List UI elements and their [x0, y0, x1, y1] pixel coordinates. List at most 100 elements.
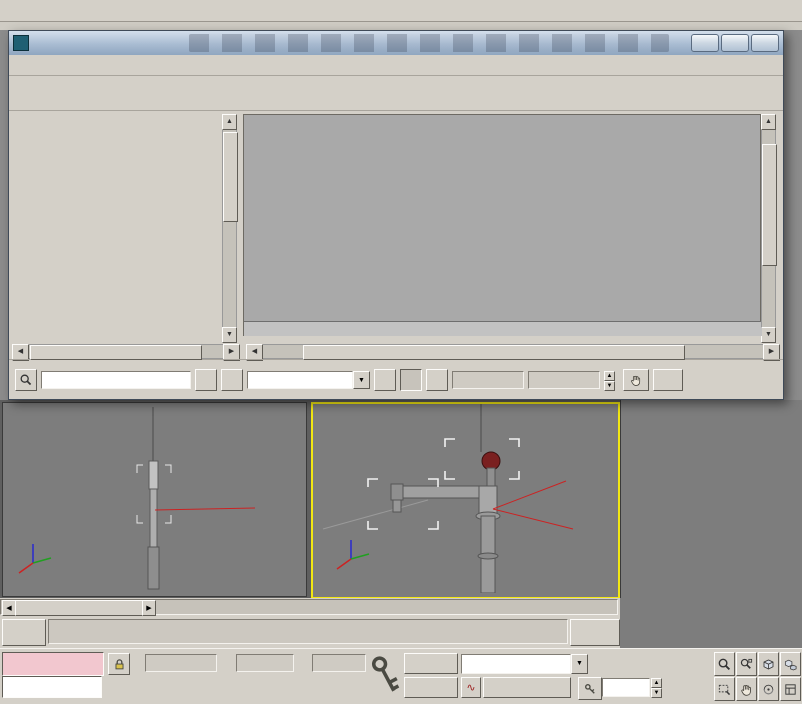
scroll-right-icon[interactable]: ▶ — [763, 344, 780, 361]
viewport-right-active[interactable] — [311, 402, 620, 599]
maximize-viewport-toggle[interactable] — [780, 677, 801, 701]
dropdown-arrow-icon[interactable]: ▼ — [353, 371, 370, 389]
track-list-button[interactable] — [374, 369, 396, 391]
selection-lock-toggle[interactable] — [108, 653, 130, 675]
status-bar: ▼ ∿ ▲▼ — [0, 648, 802, 704]
curve-graph[interactable] — [243, 114, 761, 336]
value-spinner[interactable]: ▲▼ — [604, 371, 615, 389]
curve-icon: ∿ — [466, 681, 475, 694]
frame-spinner[interactable]: ▲▼ — [651, 678, 662, 696]
track-selection-dropdown[interactable]: ▼ — [247, 371, 370, 389]
track-view-toolbar — [9, 76, 783, 111]
zoom-region-button[interactable] — [653, 369, 683, 391]
x-coord-field[interactable] — [145, 654, 217, 672]
curve-plot[interactable] — [244, 115, 760, 321]
macro-recorder-field[interactable] — [2, 652, 104, 676]
scrollbar-thumb[interactable] — [223, 132, 238, 222]
scroll-down-icon[interactable]: ▼ — [222, 327, 237, 343]
zoom-extents-button[interactable] — [758, 652, 779, 676]
track-view-titlebar[interactable] — [9, 31, 783, 55]
viewport-area — [0, 400, 802, 598]
zoom-all-button[interactable] — [736, 652, 757, 676]
zoom-icon — [717, 657, 732, 672]
arc-rotate-icon — [761, 682, 776, 697]
current-frame-field[interactable] — [602, 678, 650, 697]
scroll-left-icon[interactable]: ◀ — [12, 344, 29, 361]
viewport-lower-region — [620, 598, 802, 648]
scrollbar-thumb[interactable] — [303, 345, 685, 360]
zoom-icon — [19, 373, 33, 387]
zoom-selected-object-button[interactable] — [15, 369, 37, 391]
zoom-all-icon — [739, 657, 754, 672]
track-hierarchy-tree — [12, 114, 222, 340]
pan-button[interactable] — [623, 369, 649, 391]
track-bar-ruler[interactable] — [48, 619, 568, 644]
viewport-left[interactable] — [2, 402, 307, 597]
maximize-button[interactable] — [721, 34, 749, 52]
set-key-button[interactable] — [404, 677, 458, 698]
axis-tripod — [337, 540, 369, 569]
scroll-up-icon[interactable]: ▲ — [761, 114, 776, 130]
graph-horizontal-scrollbar[interactable]: ◀ ▶ — [246, 344, 780, 359]
tree-scrollbar[interactable]: ▲ ▼ — [222, 114, 237, 343]
pan-hand-icon — [739, 682, 754, 697]
scroll-down-icon[interactable]: ▼ — [761, 327, 776, 343]
graph-time-ruler[interactable] — [244, 321, 762, 336]
pan-button[interactable] — [736, 677, 757, 701]
scroll-left-icon[interactable]: ◀ — [246, 344, 263, 361]
viewport-right-scene — [313, 404, 614, 593]
key-filters-button[interactable] — [483, 677, 571, 698]
scrollbar-thumb[interactable] — [762, 144, 777, 266]
zoom-region-button[interactable] — [714, 677, 735, 701]
axis-tripod — [19, 544, 51, 573]
tree-horizontal-scrollbar[interactable]: ◀ ▶ — [12, 344, 240, 359]
zoom-button[interactable] — [714, 652, 735, 676]
time-slider-handle[interactable] — [15, 600, 143, 616]
select-by-name-button[interactable] — [221, 369, 243, 391]
background-toolbar-glimpse — [189, 34, 669, 52]
time-slider[interactable]: ◀ ▶ — [0, 598, 620, 616]
right-arrow-icon: ▶ — [146, 604, 151, 612]
open-mini-curve-editor-button[interactable] — [2, 619, 46, 646]
previous-frame-arrow[interactable]: ◀ — [2, 600, 16, 616]
key-mode-toggle[interactable] — [578, 677, 602, 700]
zoom-region-icon — [717, 682, 732, 697]
maximize-viewport-icon — [783, 682, 798, 697]
scrollbar-thumb[interactable] — [30, 345, 202, 360]
track-view-window: ▲ ▼ ▲ ▼ ◀ ▶ ◀ ▶ — [8, 30, 784, 400]
snap-grid-button[interactable] — [426, 369, 448, 391]
main-toolbar-partial — [0, 22, 802, 30]
track-view-status-toolbar: ▼ ▲▼ — [9, 359, 783, 399]
key-time-field[interactable] — [452, 371, 524, 389]
y-coord-field[interactable] — [236, 654, 294, 672]
set-key-icon — [370, 653, 402, 699]
track-view-menu-bar — [9, 55, 783, 76]
pan-hand-icon — [629, 373, 643, 387]
scroll-right-icon[interactable]: ▶ — [223, 344, 240, 361]
main-menu-bar — [0, 0, 802, 22]
zoom-extents-all-icon — [783, 657, 798, 672]
track-bar-end — [570, 619, 620, 646]
track-name-input[interactable] — [41, 371, 191, 389]
z-coord-field[interactable] — [312, 654, 366, 672]
next-frame-arrow[interactable]: ▶ — [142, 600, 156, 616]
viewport-navigation-controls — [714, 652, 801, 701]
selection-set-dropdown[interactable]: ▼ — [461, 654, 588, 674]
viewport-left-scene — [3, 403, 304, 594]
scroll-up-icon[interactable]: ▲ — [222, 114, 237, 130]
viewport-right-region[interactable] — [620, 400, 802, 598]
minimize-button[interactable] — [691, 34, 719, 52]
edit-keys-mode-button[interactable] — [400, 369, 422, 391]
auto-key-button[interactable] — [404, 653, 458, 674]
maxscript-listener-field[interactable] — [2, 676, 102, 698]
new-key-default-tangent-button[interactable]: ∿ — [461, 677, 481, 698]
close-button[interactable] — [751, 34, 779, 52]
dropdown-arrow-icon[interactable]: ▼ — [571, 654, 588, 674]
track-view-window-icon — [13, 35, 29, 51]
arc-rotate-button[interactable] — [758, 677, 779, 701]
graph-scrollbar[interactable]: ▲ ▼ — [761, 114, 776, 343]
show-selected-key-stats-button[interactable] — [195, 369, 217, 391]
key-value-field[interactable] — [528, 371, 600, 389]
zoom-extents-all-button[interactable] — [780, 652, 801, 676]
zoom-extents-icon — [761, 657, 776, 672]
